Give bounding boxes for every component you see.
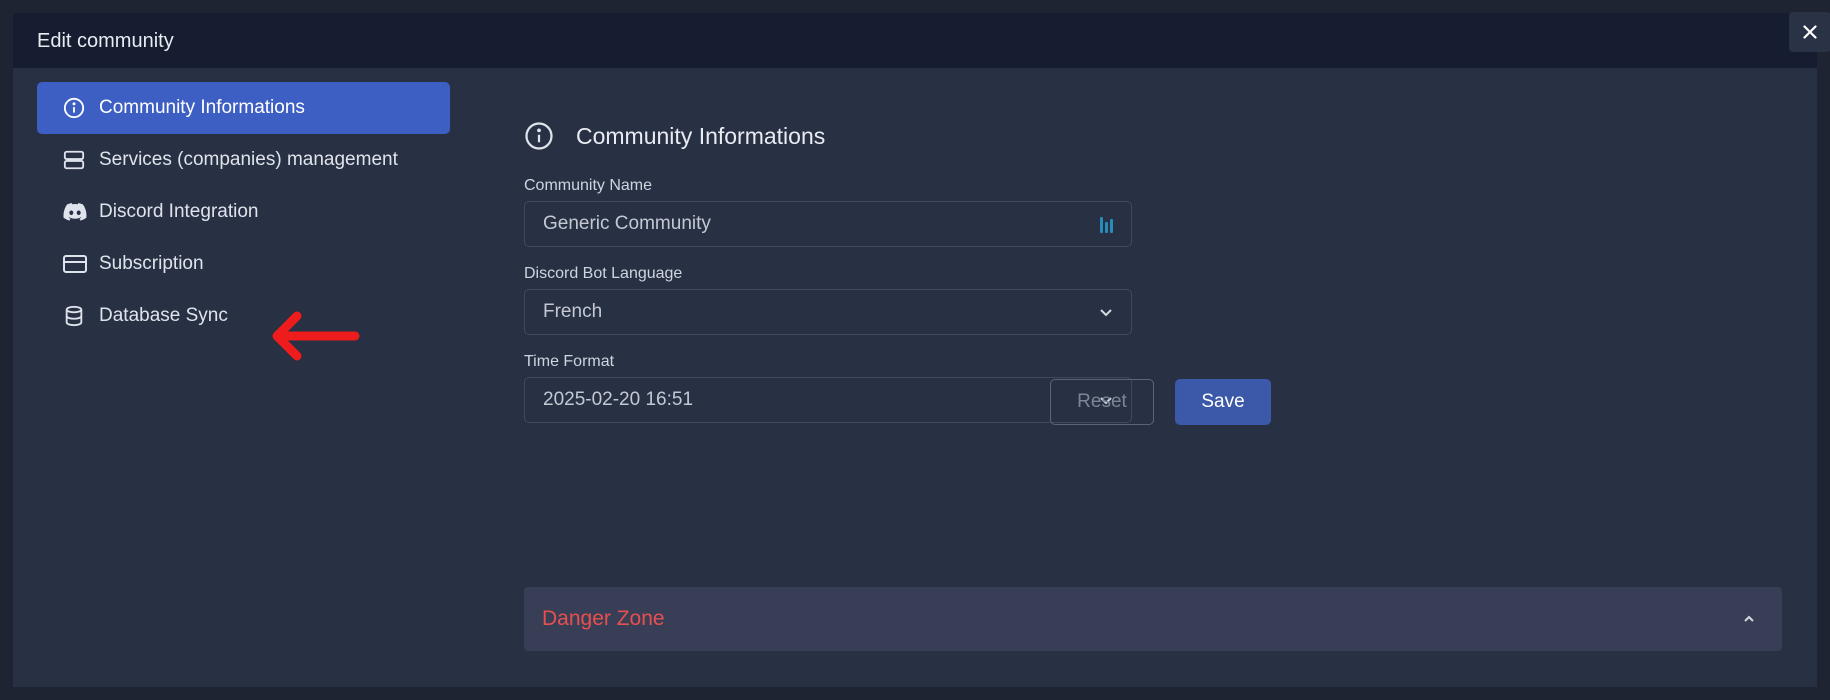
close-button[interactable]	[1789, 12, 1830, 52]
danger-zone-title: Danger Zone	[542, 607, 665, 630]
sidebar-item-label: Community Informations	[99, 97, 305, 118]
sidebar-item-subscription[interactable]: Subscription	[37, 238, 450, 290]
bot-language-select[interactable]: French	[524, 289, 1132, 335]
sidebar-item-database-sync[interactable]: Database Sync	[37, 290, 450, 342]
modal-header: Edit community	[13, 13, 1817, 68]
section-header: Community Informations	[524, 109, 1782, 163]
chevron-down-icon	[1099, 307, 1113, 317]
danger-zone-accordion[interactable]: Danger Zone	[524, 587, 1782, 651]
sidebar-item-community-informations[interactable]: Community Informations	[37, 82, 450, 134]
time-format-label: Time Format	[524, 353, 615, 370]
info-icon	[524, 121, 556, 151]
community-name-label: Community Name	[524, 177, 653, 194]
close-icon	[1803, 25, 1817, 39]
sidebar-item-label: Subscription	[99, 253, 204, 274]
database-icon	[63, 305, 91, 327]
save-button[interactable]: Save	[1175, 379, 1271, 425]
sidebar-item-services-management[interactable]: Services (companies) management	[37, 134, 450, 186]
info-icon	[63, 97, 91, 119]
sidebar-nav: Community Informations Services (compani…	[37, 82, 450, 342]
sidebar-item-discord-integration[interactable]: Discord Integration	[37, 186, 450, 238]
password-manager-icon[interactable]	[1100, 215, 1113, 233]
red-arrow-icon	[272, 311, 360, 361]
credit-card-icon	[63, 254, 91, 274]
section-title: Community Informations	[576, 122, 826, 149]
reset-button[interactable]: Reset	[1050, 379, 1154, 425]
form-actions: Reset Save	[1050, 379, 1271, 425]
edit-community-modal: Edit community Community Informations Se…	[13, 13, 1817, 687]
discord-icon	[63, 202, 91, 222]
community-name-field[interactable]	[524, 201, 1132, 247]
bot-language-value: French	[543, 301, 603, 322]
time-format-value: 2025-02-20 16:51	[543, 389, 694, 410]
community-name-input[interactable]	[543, 213, 1063, 235]
modal-title: Edit community	[37, 30, 174, 52]
chevron-up-icon	[1742, 614, 1756, 624]
sidebar-item-label: Discord Integration	[99, 201, 259, 222]
sidebar-item-label: Database Sync	[99, 305, 228, 326]
server-icon	[63, 149, 91, 171]
sidebar-item-label: Services (companies) management	[99, 149, 398, 170]
time-format-select[interactable]: 2025-02-20 16:51	[524, 377, 1132, 423]
bot-language-label: Discord Bot Language	[524, 265, 683, 282]
